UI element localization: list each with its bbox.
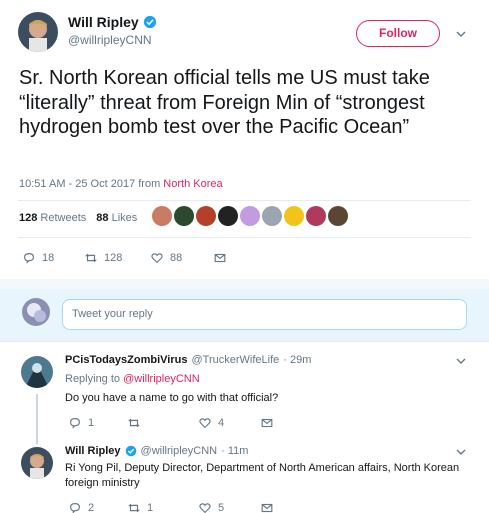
current-user-avatar [22, 298, 50, 326]
heart-icon [199, 503, 211, 513]
retweet-icon [128, 503, 140, 513]
retweet-icon [85, 253, 97, 263]
reply-author-handle[interactable]: @TruckerWifeLife [191, 354, 279, 366]
likes-stat[interactable]: 88 Likes [96, 212, 137, 224]
reply-author-handle[interactable]: @willripleyCNN [141, 445, 218, 457]
verified-icon [125, 445, 136, 457]
follow-button[interactable]: Follow [356, 20, 440, 47]
tweet-text: Sr. North Korean official tells me US mu… [19, 67, 430, 138]
replying-prefix: Replying to [65, 373, 124, 385]
author-name-text[interactable]: Will Ripley [68, 14, 139, 30]
liker-avatar[interactable] [218, 206, 238, 226]
like-action[interactable]: 4 [198, 416, 224, 430]
envelope-icon [261, 503, 273, 513]
retweet-count: 128 [104, 252, 123, 264]
tweet-location[interactable]: North Korea [163, 178, 222, 190]
like-count: 88 [170, 252, 183, 264]
reply-time[interactable]: · 29m [283, 354, 311, 366]
like-count: 5 [218, 502, 225, 513]
likers-avatars [152, 206, 348, 226]
retweet-icon [128, 418, 140, 428]
liker-avatar[interactable] [328, 206, 348, 226]
liker-avatar[interactable] [306, 206, 326, 226]
like-count: 4 [218, 417, 225, 429]
liker-avatar[interactable] [284, 206, 304, 226]
divider [18, 237, 471, 238]
reply-author-name[interactable]: Will Ripley [65, 445, 121, 457]
dm-action[interactable] [260, 501, 274, 513]
tweet-stats: 128 Retweets 88 Likes [19, 212, 137, 224]
retweet-action[interactable]: 1 [127, 501, 153, 513]
chevron-down-icon[interactable] [455, 28, 467, 40]
verified-icon [143, 15, 156, 29]
author-name[interactable]: Will Ripley [68, 14, 157, 30]
replying-to: Replying to @willripleyCNN [65, 373, 200, 385]
reply-time[interactable]: · 11m [221, 445, 248, 457]
dm-action[interactable] [213, 251, 227, 265]
reply-box: Tweet your reply [0, 289, 489, 341]
reply-action[interactable]: 1 [68, 416, 94, 430]
reply-count: 2 [88, 502, 95, 513]
dm-action[interactable] [260, 416, 274, 430]
retweets-stat[interactable]: 128 Retweets [19, 212, 86, 224]
reply-input[interactable]: Tweet your reply [62, 299, 467, 330]
heart-icon [151, 253, 163, 264]
reply-author-avatar[interactable] [21, 447, 53, 479]
reply-action[interactable]: 2 [68, 501, 94, 513]
envelope-icon [261, 418, 273, 428]
envelope-icon [214, 253, 226, 263]
tweet-timestamp[interactable]: 10:51 AM - 25 Oct 2017 from [19, 178, 163, 190]
reply-text: Do you have a name to go with that offic… [65, 392, 279, 404]
like-action[interactable]: 88 [150, 251, 182, 265]
retweet-count: 1 [147, 502, 154, 513]
divider [0, 341, 489, 342]
divider [18, 200, 471, 201]
reply-icon [24, 253, 34, 264]
retweet-action[interactable] [127, 416, 147, 430]
reply-header: PCisTodaysZombiVirus @TruckerWifeLife · … [65, 354, 311, 366]
liker-avatar[interactable] [152, 206, 172, 226]
section-separator [0, 279, 489, 289]
tweet-meta: 10:51 AM - 25 Oct 2017 from North Korea [19, 178, 223, 190]
reply-count: 18 [42, 252, 55, 264]
chevron-down-icon[interactable] [455, 446, 467, 458]
reply-author-avatar[interactable] [21, 356, 53, 388]
author-avatar[interactable] [18, 12, 58, 52]
heart-icon [199, 418, 211, 429]
reply-text: Ri Yong Pil, Deputy Director, Department… [65, 462, 460, 489]
chevron-down-icon[interactable] [455, 355, 467, 367]
author-handle[interactable]: @willripleyCNN [68, 33, 152, 47]
thread-line [36, 394, 38, 444]
reply-header: Will Ripley @willripleyCNN · 11m [65, 445, 248, 457]
replying-to-handle[interactable]: @willripleyCNN [123, 373, 200, 385]
liker-avatar[interactable] [262, 206, 282, 226]
reply-author-name[interactable]: PCisTodaysZombiVirus [65, 354, 187, 366]
reply-icon [70, 503, 80, 513]
reply-action[interactable]: 18 [22, 251, 54, 265]
liker-avatar[interactable] [240, 206, 260, 226]
reply-count: 1 [88, 417, 95, 429]
retweet-action[interactable]: 128 [84, 251, 122, 265]
liker-avatar[interactable] [174, 206, 194, 226]
like-action[interactable]: 5 [198, 501, 224, 513]
reply-icon [70, 418, 80, 429]
liker-avatar[interactable] [196, 206, 216, 226]
